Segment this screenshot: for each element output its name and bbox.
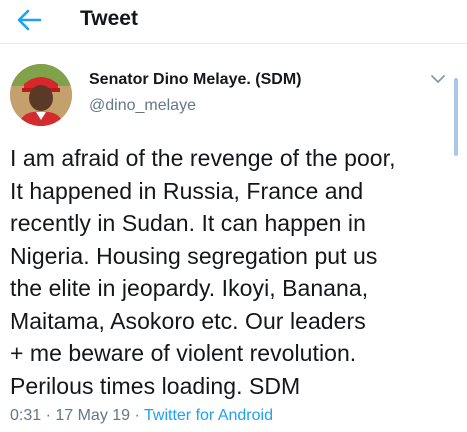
chevron-down-icon: [431, 75, 445, 83]
avatar[interactable]: [10, 64, 72, 126]
tweet-metadata: 0:31 · 17 May 19 · Twitter for Android: [10, 406, 273, 426]
author-display-name[interactable]: Senator Dino Melaye. (SDM): [89, 70, 301, 90]
separator: ·: [130, 407, 145, 424]
back-button[interactable]: [14, 6, 44, 34]
tweet-body: I am afraid of the revenge of the poor, …: [10, 145, 396, 399]
tweet-source-link[interactable]: Twitter for Android: [144, 407, 273, 424]
page-title: Tweet: [80, 7, 138, 30]
tweet-menu-button[interactable]: [428, 70, 448, 88]
author-handle[interactable]: @dino_melaye: [89, 96, 196, 116]
top-bar: Tweet: [0, 0, 467, 44]
tweet-time[interactable]: 0:31: [10, 407, 41, 424]
separator: ·: [41, 407, 56, 424]
scrollbar[interactable]: [454, 78, 458, 156]
arrow-left-icon: [17, 9, 42, 31]
tweet-date[interactable]: 17 May 19: [55, 407, 130, 424]
avatar-image: [10, 64, 72, 126]
